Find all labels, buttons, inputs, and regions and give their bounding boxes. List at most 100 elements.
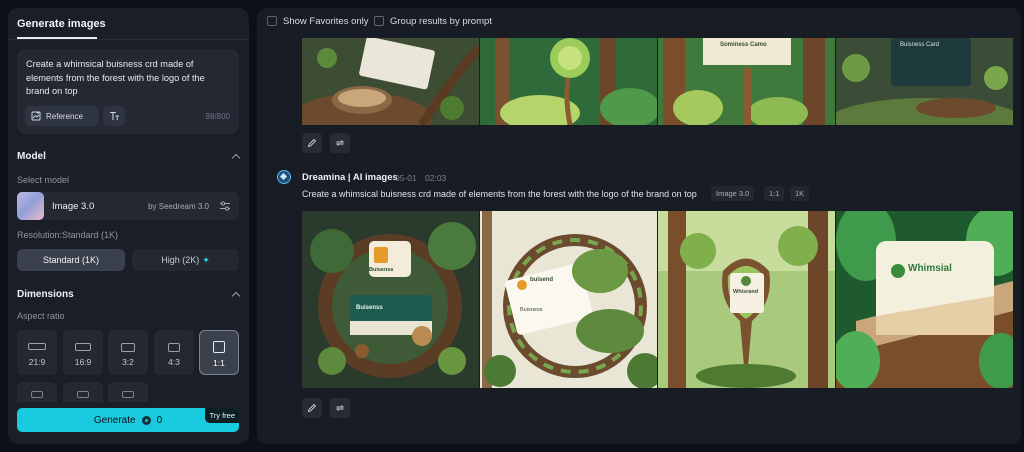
card-text: Buisness xyxy=(520,307,543,313)
edit-button[interactable] xyxy=(302,398,322,418)
repeat-icon xyxy=(335,405,345,411)
reference-button[interactable]: Reference xyxy=(25,106,99,126)
text-style-icon xyxy=(109,111,119,120)
edit-button[interactable] xyxy=(302,133,322,153)
image-content xyxy=(658,38,835,125)
image-content xyxy=(302,38,479,125)
model-selector[interactable]: Image 3.0 by Seedream 3.0 xyxy=(17,192,239,220)
image-content xyxy=(658,211,835,388)
model-provider: by Seedream 3.0 xyxy=(148,202,209,211)
resolution-tag: 1K xyxy=(790,186,810,201)
try-free-badge: Try free xyxy=(205,408,239,423)
standard-label: Standard (1K) xyxy=(42,255,100,265)
ratio-tag: 1:1 xyxy=(764,186,785,201)
model-thumbnail xyxy=(17,192,44,220)
char-counter: 98/800 xyxy=(205,112,230,121)
regenerate-button[interactable] xyxy=(330,398,350,418)
ratio-1-1-button[interactable]: 1:1 xyxy=(199,330,239,375)
prompt-input[interactable]: Create a whimsical buisness crd made of … xyxy=(17,49,239,134)
ratio-more-button[interactable] xyxy=(108,382,148,402)
generate-cost: 0 xyxy=(156,414,163,426)
ratio-icon xyxy=(122,391,134,398)
panel-tab-generate-images[interactable]: Generate images xyxy=(17,18,106,30)
resolution-standard-button[interactable]: Standard (1K) xyxy=(17,249,125,271)
ratio-label: 16:9 xyxy=(74,357,92,367)
results-panel: Show Favorites only Group results by pro… xyxy=(257,8,1021,444)
ratio-label: 4:3 xyxy=(168,357,180,367)
ratio-3-2-icon xyxy=(121,343,135,352)
divider xyxy=(8,39,249,40)
sparkle-icon: ✦ xyxy=(202,254,210,265)
generation-prompt[interactable]: Create a whimsical buisness crd made of … xyxy=(302,189,697,199)
ratio-label: 3:2 xyxy=(122,357,134,367)
chevron-up-icon[interactable] xyxy=(231,153,241,163)
image-content xyxy=(480,211,657,388)
generated-image[interactable]: Whimsial xyxy=(836,211,1013,388)
credit-coin-icon xyxy=(141,415,151,425)
ratio-label: 21:9 xyxy=(28,357,46,367)
group-by-prompt-checkbox[interactable] xyxy=(374,16,384,26)
ratio-more-button[interactable] xyxy=(17,382,57,402)
image-content xyxy=(480,38,657,125)
favorites-label[interactable]: Show Favorites only xyxy=(283,16,369,27)
ratio-1-1-icon xyxy=(213,341,225,353)
ratio-21-9-button[interactable]: 21:9 xyxy=(17,330,57,375)
ratio-more-button[interactable] xyxy=(63,382,103,402)
card-text: Buisenss xyxy=(356,305,383,311)
image-row-previous: Sominess Camo Buisness Card xyxy=(302,38,1013,125)
sliders-icon[interactable] xyxy=(219,200,231,212)
regenerate-button[interactable] xyxy=(330,133,350,153)
image-content xyxy=(302,211,479,388)
card-text: Buisness Card xyxy=(900,42,940,48)
generate-button[interactable]: Generate 0 Try free xyxy=(17,408,239,432)
generated-image[interactable]: buisend Buisness xyxy=(480,211,657,388)
text-format-button[interactable] xyxy=(103,106,125,126)
high-label: High (2K) xyxy=(161,255,200,265)
group-by-prompt-label[interactable]: Group results by prompt xyxy=(390,16,492,27)
dreamina-logo-icon xyxy=(277,170,291,184)
image-row-current: Buisenss Buisenss buisend Buisness Whisr… xyxy=(302,211,1013,388)
agent-name: Dreamina | AI images xyxy=(302,172,398,183)
image-content xyxy=(836,38,1013,125)
generate-panel: Generate images Create a whimsical buisn… xyxy=(8,8,249,444)
pencil-icon xyxy=(307,403,317,413)
reference-label: Reference xyxy=(46,111,83,121)
ratio-16-9-icon xyxy=(75,343,91,351)
card-text: buisend xyxy=(530,277,554,283)
model-tag: Image 3.0 xyxy=(711,186,755,201)
generated-image[interactable]: Whisrand xyxy=(658,211,835,388)
generated-image[interactable] xyxy=(480,38,657,125)
resolution-label: Resolution:Standard (1K) xyxy=(17,230,119,240)
image-content xyxy=(836,211,1013,388)
generated-image[interactable]: Buisenss Buisenss xyxy=(302,211,479,388)
brand-text: Whimsial xyxy=(908,263,952,274)
resolution-high-button[interactable]: High (2K) ✦ xyxy=(132,249,239,271)
dimensions-section-header[interactable]: Dimensions xyxy=(17,289,74,300)
generate-label: Generate xyxy=(93,414,136,426)
ratio-label: 1:1 xyxy=(213,358,225,368)
ratio-icon xyxy=(31,391,43,398)
ratio-3-2-button[interactable]: 3:2 xyxy=(108,330,148,375)
generated-image[interactable]: Sominess Camo xyxy=(658,38,835,125)
generation-time: 02:03 xyxy=(425,173,447,183)
pencil-icon xyxy=(307,138,317,148)
ratio-4-3-icon xyxy=(168,343,180,352)
model-name: Image 3.0 xyxy=(52,201,95,212)
ratio-4-3-button[interactable]: 4:3 xyxy=(154,330,194,375)
card-text: Whisrand xyxy=(733,289,759,295)
ratio-16-9-button[interactable]: 16:9 xyxy=(63,330,103,375)
generated-image[interactable]: Buisness Card xyxy=(836,38,1013,125)
select-model-label: Select model xyxy=(17,175,70,185)
card-text: Sominess Camo xyxy=(720,42,767,48)
ratio-icon xyxy=(77,391,89,398)
generation-date: 05-01 xyxy=(395,173,417,183)
generated-image[interactable] xyxy=(302,38,479,125)
aspect-ratio-label: Aspect ratio xyxy=(17,311,65,321)
favorites-checkbox[interactable] xyxy=(267,16,277,26)
prompt-text[interactable]: Create a whimsical buisness crd made of … xyxy=(26,58,226,99)
image-reference-icon xyxy=(31,111,41,121)
card-text: Buisenss xyxy=(369,267,394,273)
repeat-icon xyxy=(335,140,345,146)
chevron-up-icon[interactable] xyxy=(231,291,241,301)
model-section-header[interactable]: Model xyxy=(17,151,46,162)
